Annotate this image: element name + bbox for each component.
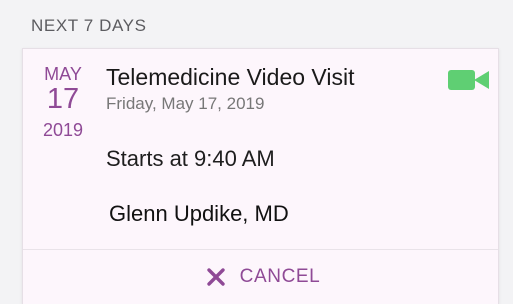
card-divider (23, 249, 498, 250)
visit-title: Telemedicine Video Visit (106, 64, 355, 90)
video-camera-icon (448, 70, 489, 90)
appointment-day: 17 (46, 83, 80, 115)
visit-date: Friday, May 17, 2019 (106, 94, 265, 113)
appointment-card[interactable]: MAY 17 2019 Telemedicine Video Visit Fri… (22, 48, 499, 304)
section-header: NEXT 7 DAYS (31, 16, 147, 35)
provider-name: Glenn Updike, MD (109, 201, 289, 226)
appointment-year: 2019 (42, 120, 84, 140)
start-time: Starts at 9:40 AM (106, 146, 275, 171)
cancel-button[interactable]: CANCEL (193, 259, 333, 295)
appointment-month: MAY (44, 64, 82, 84)
close-icon (206, 268, 225, 286)
cancel-button-label: CANCEL (239, 266, 321, 287)
